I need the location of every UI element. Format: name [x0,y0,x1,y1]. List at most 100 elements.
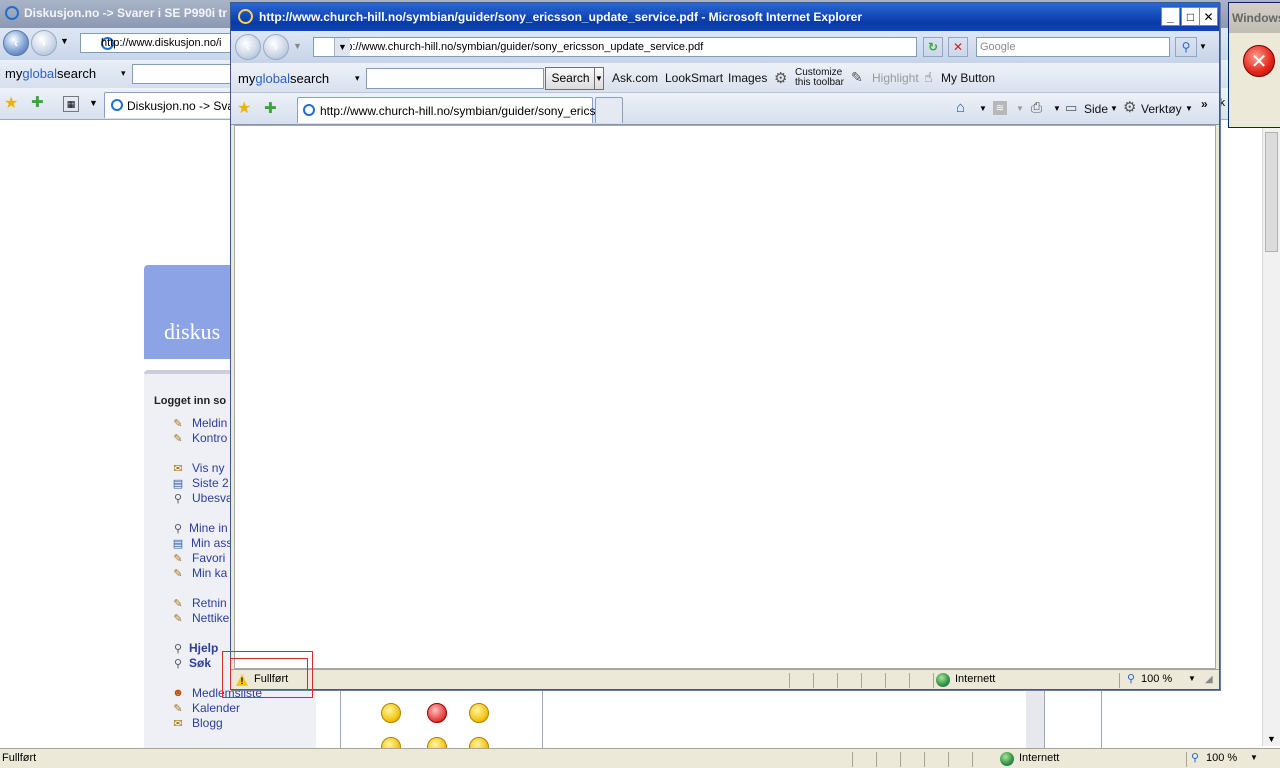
background-vertical-scrollbar[interactable]: ▼ [1262,120,1280,746]
sidebar-link[interactable]: Vis ny [192,461,224,475]
refresh-icon[interactable]: ↻ [923,37,943,57]
chevron-down-icon[interactable]: ▼ [1110,104,1118,113]
scroll-down-icon[interactable]: ▼ [1267,734,1276,744]
sidebar-link[interactable]: Kalender [192,701,240,715]
error-x-icon: ✕ [1243,45,1275,77]
window-titlebar[interactable]: http://www.church-hill.no/symbian/guider… [231,3,1219,31]
background-tab[interactable]: Diskusjon.no -> Svar [104,92,238,118]
search-input[interactable]: Google [976,37,1170,57]
my-button[interactable]: My Button [941,71,995,85]
chevron-down-icon[interactable]: ▼ [89,98,98,108]
sidebar-link[interactable]: Ubesva [192,491,233,505]
toolbar-link-ask[interactable]: Ask.com [612,71,658,85]
forum-icon: ✎ [173,598,183,610]
printer-icon[interactable]: ⎙ [1031,99,1042,116]
customize-toolbar-label-2[interactable]: this toolbar [795,78,844,88]
chevron-down-icon[interactable]: ▼ [1250,753,1258,762]
magnifier-icon: ⚲ [173,643,183,655]
sidebar-link[interactable]: Blogg [192,716,223,730]
toolbar-brand[interactable]: myglobalsearch [5,66,96,81]
background-address-bar[interactable]: http://www.diskusjon.no/i [80,33,232,53]
tools-menu-button[interactable]: Verktøy [1141,102,1182,116]
error-dialog: Windows ✕ [1228,2,1280,128]
search-button[interactable]: Search [545,67,596,90]
sidebar-link[interactable]: Mine in [189,521,228,535]
sidebar-link-search[interactable]: Søk [189,656,211,670]
highlighter-icon: ✎ [851,69,863,85]
star-icon[interactable]: ★ [4,93,18,113]
maximize-button[interactable]: □ [1181,7,1200,26]
zoom-level[interactable]: 100 % [1141,673,1172,685]
page-menu-button[interactable]: Side [1084,102,1108,116]
members-icon: ☻ [172,687,184,699]
angry-smiley-icon[interactable] [427,703,447,723]
sidebar-link[interactable]: Kontro [192,431,227,445]
ie-window: http://www.church-hill.no/symbian/guider… [230,2,1220,690]
scrollbar-thumb[interactable] [1265,132,1278,252]
close-button[interactable]: ✕ [1199,7,1218,26]
home-icon[interactable]: ⌂ [956,99,965,116]
stop-icon[interactable]: ✕ [948,37,968,57]
toolbar-brand[interactable]: myglobalsearch [238,71,329,86]
sidebar-link[interactable]: Min ka [192,566,227,580]
sidebar-link[interactable]: Retnin [192,596,227,610]
quick-tabs-icon[interactable]: ▦ [63,96,79,112]
more-commands-button[interactable]: » [1201,97,1208,111]
forward-arrow-icon[interactable]: › [31,30,57,56]
resize-grip-icon[interactable]: ◢ [1205,674,1213,685]
chevron-down-icon[interactable]: ▼ [1053,104,1061,113]
toolbar-link-looksmart[interactable]: LookSmart [665,71,723,85]
chevron-down-icon[interactable]: ▼ [979,104,987,113]
page-menu-icon: ▭ [1065,100,1078,115]
frown-smiley-icon[interactable] [469,703,489,723]
sidebar-link-help[interactable]: Hjelp [189,641,218,655]
toolbar-link-images[interactable]: Images [728,71,767,85]
zoom-level[interactable]: 100 % [1206,752,1237,764]
document-content-area[interactable] [234,125,1216,669]
sidebar-link[interactable]: Nettike [192,611,229,625]
chevron-down-icon[interactable]: ▼ [1016,104,1024,113]
search-go-icon[interactable]: ⚲ [1175,37,1197,57]
highlight-button[interactable]: Highlight [872,71,919,85]
chevron-down-icon[interactable]: ▼ [1188,674,1196,683]
chevron-down-icon[interactable]: ▾ [121,68,126,79]
tab-active[interactable]: http://www.church-hill.no/symbian/guider… [297,97,605,123]
background-toolbar-search-input[interactable] [132,64,232,84]
minimize-button[interactable]: _ [1161,7,1180,26]
ie-logo-icon [238,9,253,24]
navigation-bar: ‹ › ▼ http://www.church-hill.no/symbian/… [231,31,1219,63]
chevron-down-icon[interactable]: ▼ [1185,104,1193,113]
chevron-down-icon[interactable]: ▼ [60,36,69,46]
sidebar-link[interactable]: Meldin [192,416,227,430]
search-options-dropdown[interactable]: ▼ [594,67,604,90]
sidebar-link[interactable]: Min ass [191,536,232,550]
new-tab-button[interactable] [595,97,623,123]
toolbar-search-input[interactable] [366,68,544,89]
add-favorite-icon[interactable]: ✚ [31,93,44,111]
background-window-title: Diskusjon.no -> Svarer i SE P990i tr [24,6,228,20]
back-arrow-icon[interactable]: ‹ [3,30,29,56]
chevron-down-icon[interactable]: ▾ [355,73,360,84]
calendar-icon: ▤ [172,478,184,490]
back-arrow-icon[interactable]: ‹ [235,34,261,60]
magnifier-icon: ⚲ [1191,752,1200,764]
angel-smiley-icon[interactable] [381,703,401,723]
chevron-down-icon[interactable]: ▼ [293,41,302,51]
zone-label: Internett [955,673,996,685]
zone-label: Internett [1019,752,1060,764]
chevron-down-icon[interactable]: ▼ [1199,42,1207,51]
logged-in-label: Logget inn so [154,395,227,407]
add-favorite-icon[interactable]: ✚ [264,99,277,117]
rss-icon[interactable]: ≋ [993,101,1007,115]
address-dropdown-button[interactable]: ▼ [334,38,350,56]
address-bar[interactable]: http://www.church-hill.no/symbian/guider… [313,37,917,57]
sidebar-link[interactable]: Favori [192,551,225,565]
sidebar-link[interactable]: Siste 2 [192,476,229,490]
hand-icon: ☝ [924,69,933,85]
globe-icon [936,673,950,687]
page-box [1044,690,1102,748]
forward-arrow-icon[interactable]: › [263,34,289,60]
star-icon[interactable]: ★ [237,98,251,118]
site-banner[interactable]: diskus [144,265,234,359]
mail-icon: ✉ [173,718,183,730]
